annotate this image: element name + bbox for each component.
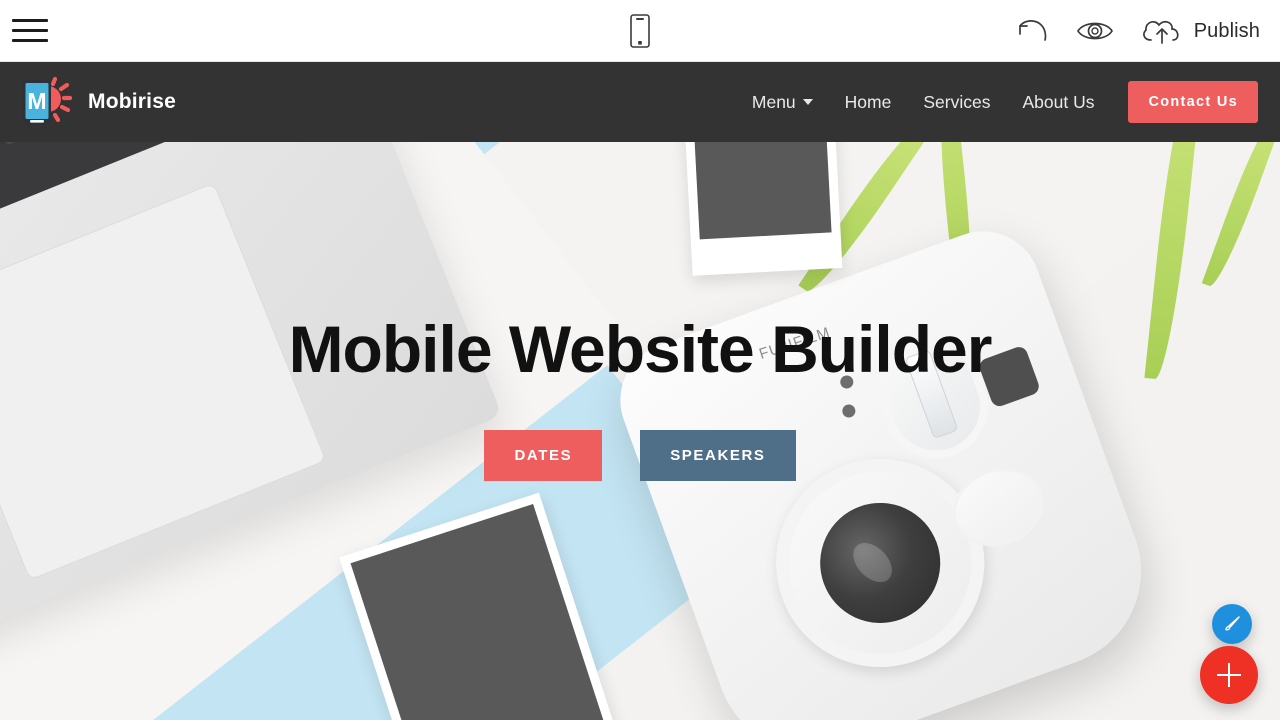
speakers-button[interactable]: SPEAKERS: [640, 430, 796, 482]
contact-us-button[interactable]: Contact Us: [1128, 81, 1258, 123]
hamburger-bar: [12, 29, 48, 32]
dates-button[interactable]: DATES: [484, 430, 603, 482]
chevron-down-icon: [802, 99, 813, 105]
hamburger-menu-icon[interactable]: [0, 0, 60, 62]
svg-text:M: M: [27, 88, 46, 114]
add-block-button[interactable]: [1200, 646, 1258, 704]
plus-icon: [1228, 663, 1230, 687]
hamburger-bar: [12, 39, 48, 42]
cloud-upload-icon: [1140, 16, 1184, 46]
hero-button-group: DATES SPEAKERS: [484, 430, 796, 482]
nav-item-label: About Us: [1022, 91, 1095, 112]
nav-item-about-us[interactable]: About Us: [1006, 92, 1110, 113]
nav-item-label: Menu: [751, 91, 796, 112]
hero-title: Mobile Website Builder: [288, 312, 993, 386]
nav-item-home[interactable]: Home: [829, 92, 908, 113]
hero-content: Mobile Website Builder DATES SPEAKERS: [0, 142, 1280, 720]
eye-preview-icon[interactable]: [1076, 18, 1114, 44]
undo-arrow-icon[interactable]: [1016, 18, 1050, 44]
paintbrush-icon[interactable]: [1212, 604, 1252, 644]
nav-item-label: Home: [844, 91, 892, 112]
mobile-device-icon[interactable]: [618, 8, 662, 54]
mobirise-phone-sun-logo: M: [18, 76, 73, 128]
device-preview-group: [618, 0, 662, 62]
nav-links: Menu Home Services About Us Contact Us: [736, 81, 1258, 123]
publish-label: Publish: [1193, 19, 1260, 42]
hero-section[interactable]: FUJIFILM Mobile Website Builder DATES SP…: [0, 142, 1280, 720]
hamburger-bar: [12, 19, 48, 22]
brand-name: Mobirise: [88, 90, 176, 113]
brand-link[interactable]: M Mobirise: [18, 76, 176, 128]
site-navbar: M Mobirise Menu Home Services About Us C…: [0, 62, 1280, 142]
publish-button[interactable]: Publish: [1140, 16, 1260, 46]
nav-item-services[interactable]: Services: [907, 92, 1006, 113]
toolbar-actions: Publish: [1016, 0, 1260, 62]
app-toolbar: Publish: [0, 0, 1280, 62]
nav-item-label: Services: [923, 91, 991, 112]
nav-item-menu[interactable]: Menu: [736, 92, 829, 113]
